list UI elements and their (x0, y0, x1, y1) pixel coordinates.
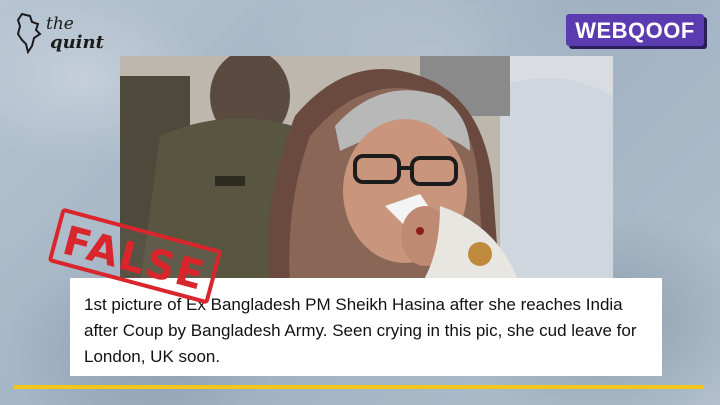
webqoof-badge: WEBQOOF (566, 14, 704, 46)
logo-word-quint: quint (50, 32, 104, 53)
tweet-card: 1st picture of Ex Bangladesh PM Sheikh H… (70, 278, 662, 376)
accent-divider (14, 385, 704, 389)
map-outline-icon (16, 12, 42, 54)
logo-word-the: the (46, 14, 74, 34)
tweet-text: 1st picture of Ex Bangladesh PM Sheikh H… (84, 295, 637, 366)
webqoof-badge-label: WEBQOOF (575, 18, 695, 43)
the-quint-logo: the quint (14, 10, 104, 56)
